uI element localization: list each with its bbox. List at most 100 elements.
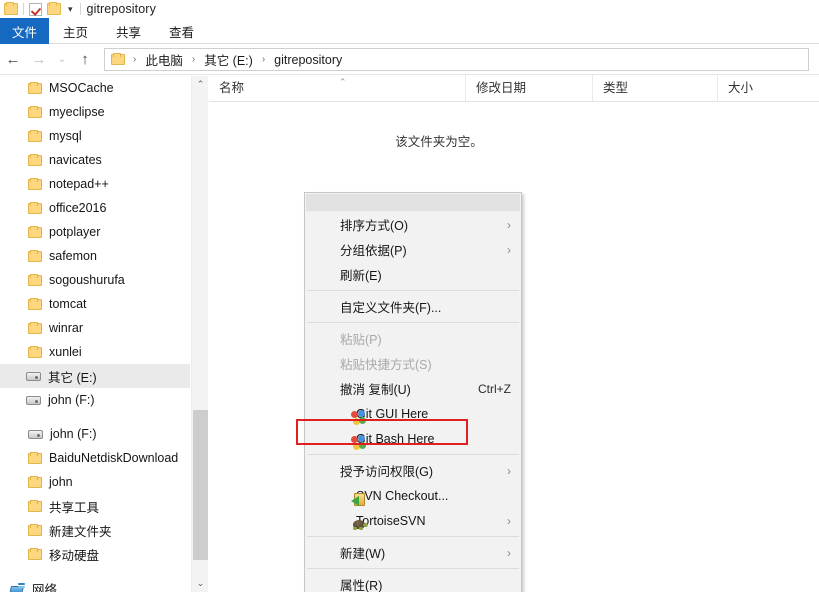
sidebar-item-navicates[interactable]: navicates bbox=[0, 148, 190, 172]
breadcrumb-item-gitrepository[interactable]: gitrepository bbox=[273, 53, 343, 67]
menu-item-git-bash-here[interactable]: Git Bash Here bbox=[305, 426, 521, 451]
breadcrumb-item-this-pc[interactable]: 此电脑 bbox=[144, 50, 184, 69]
menu-item-tortoisesvn[interactable]: TortoiseSVN › bbox=[305, 508, 521, 533]
column-header-type[interactable]: 类型 bbox=[592, 75, 717, 101]
sidebar-item-[interactable]: 网络 bbox=[0, 576, 190, 592]
drive-icon bbox=[26, 395, 41, 405]
folder-icon bbox=[28, 499, 42, 512]
sidebar-item-msocache[interactable]: MSOCache bbox=[0, 76, 190, 100]
sidebar-item-[interactable]: 新建文件夹 bbox=[0, 518, 190, 542]
folder-icon[interactable] bbox=[4, 2, 18, 15]
sidebar-item-[interactable]: 共享工具 bbox=[0, 494, 190, 518]
folder-icon bbox=[28, 201, 42, 214]
tab-share[interactable]: 共享 bbox=[102, 18, 155, 44]
sidebar-item-john-f[interactable]: john (F:) bbox=[0, 388, 190, 412]
navigation-pane: MSOCache myeclipse mysql navicates notepad++… bbox=[0, 76, 190, 592]
tab-home[interactable]: 主页 bbox=[49, 18, 102, 44]
menu-item-p: 粘贴(P) bbox=[305, 326, 521, 351]
menu-item-svn-checkout[interactable]: SVN Checkout... bbox=[305, 483, 521, 508]
chevron-right-icon: › bbox=[507, 545, 511, 560]
chevron-down-icon[interactable]: ▾ bbox=[66, 4, 75, 14]
context-menu[interactable]: 排序方式(O) › 分组依据(P) › 刷新(E) 自定义文件夹(F)... 粘贴(P) 粘贴… bbox=[304, 192, 522, 592]
sidebar-item-label: 新建文件夹 bbox=[49, 524, 112, 539]
folder-icon bbox=[111, 53, 125, 65]
sidebar-item-[interactable]: 移动硬盘 bbox=[0, 542, 190, 566]
sidebar-item-myeclipse[interactable]: myeclipse bbox=[0, 100, 190, 124]
folder-icon bbox=[28, 273, 42, 286]
sort-ascending-caret-icon: ⌃ bbox=[339, 77, 347, 87]
sidebar-item-john-f[interactable]: john (F:) bbox=[0, 422, 190, 446]
sidebar-item-e[interactable]: 其它 (E:) bbox=[0, 364, 190, 388]
sidebar-item-label: 网络 bbox=[32, 582, 58, 592]
checkbox-checked-icon[interactable] bbox=[29, 2, 42, 16]
menu-item-label: Git Bash Here bbox=[356, 431, 435, 446]
up-arrow-icon[interactable]: ↑ bbox=[72, 47, 98, 73]
sidebar-item-label: john (F:) bbox=[50, 427, 97, 441]
folder-icon bbox=[28, 451, 42, 464]
menu-item-r[interactable]: 属性(R) bbox=[305, 572, 521, 592]
sidebar-item-safemon[interactable]: safemon bbox=[0, 244, 190, 268]
tab-view[interactable]: 查看 bbox=[155, 18, 208, 44]
chevron-up-icon[interactable]: ⌃ bbox=[192, 76, 209, 93]
folder-icon[interactable] bbox=[47, 2, 61, 15]
address-bar-row: ← → ⌄ ↑ › 此电脑 › 其它 (E:) › gitrepository bbox=[0, 45, 819, 75]
sidebar-item-label: john (F:) bbox=[48, 393, 95, 407]
sidebar-item-xunlei[interactable]: xunlei bbox=[0, 340, 190, 364]
menu-item-label: 授予访问权限(G) bbox=[340, 465, 434, 479]
tab-file[interactable]: 文件 bbox=[0, 18, 50, 44]
menu-item-f[interactable]: 自定义文件夹(F)... bbox=[305, 294, 521, 319]
sidebar-item-mysql[interactable]: mysql bbox=[0, 124, 190, 148]
menu-item-label: 自定义文件夹(F)... bbox=[340, 301, 442, 315]
sidebar-item-label: navicates bbox=[49, 153, 102, 167]
drive-icon bbox=[28, 429, 43, 439]
menu-item-s: 粘贴快捷方式(S) bbox=[305, 351, 521, 376]
chevron-right-icon: › bbox=[507, 242, 511, 257]
menu-item-label: 粘贴快捷方式(S) bbox=[340, 358, 432, 372]
tortoise-svn-icon bbox=[351, 517, 368, 533]
empty-folder-message: 该文件夹为空。 bbox=[395, 135, 483, 149]
menu-separator bbox=[307, 536, 519, 537]
menu-item-label: 分组依据(P) bbox=[340, 244, 407, 258]
navigation-pane-scrollbar[interactable]: ⌃ ⌄ bbox=[191, 76, 208, 592]
breadcrumb-item-drive-e[interactable]: 其它 (E:) bbox=[203, 50, 254, 69]
column-header-size[interactable]: 大小 bbox=[717, 75, 805, 101]
sidebar-item-john[interactable]: john bbox=[0, 470, 190, 494]
forward-arrow-icon[interactable]: → bbox=[26, 47, 52, 73]
menu-item-label: 撤消 复制(U) bbox=[340, 383, 411, 397]
sidebar-item-tomcat[interactable]: tomcat bbox=[0, 292, 190, 316]
menu-item-o[interactable]: 排序方式(O) › bbox=[305, 212, 521, 237]
breadcrumb-separator: › bbox=[261, 54, 266, 65]
column-header-date-modified[interactable]: 修改日期 bbox=[465, 75, 592, 101]
sidebar-item-label: notepad++ bbox=[49, 177, 109, 191]
menu-item-e[interactable]: 刷新(E) bbox=[305, 262, 521, 287]
sidebar-item-sogoushurufa[interactable]: sogoushurufa bbox=[0, 268, 190, 292]
sidebar-item-label: xunlei bbox=[49, 345, 82, 359]
sidebar-item-notepad[interactable]: notepad++ bbox=[0, 172, 190, 196]
sidebar-item-label: sogoushurufa bbox=[49, 273, 125, 287]
folder-icon bbox=[28, 105, 42, 118]
sidebar-item-label: 共享工具 bbox=[49, 500, 100, 515]
chevron-down-icon[interactable]: ⌄ bbox=[52, 47, 72, 73]
git-icon bbox=[351, 410, 367, 426]
sidebar-item-label: BaiduNetdiskDownload bbox=[49, 451, 179, 465]
address-bar[interactable]: › 此电脑 › 其它 (E:) › gitrepository bbox=[104, 48, 809, 71]
menu-item-git-gui-here[interactable]: Git GUI Here bbox=[305, 401, 521, 426]
scrollbar-thumb[interactable] bbox=[193, 410, 208, 560]
folder-icon bbox=[28, 225, 42, 238]
sidebar-item-baidunetdiskdownload[interactable]: BaiduNetdiskDownload bbox=[0, 446, 190, 470]
sidebar-item-label: 移动硬盘 bbox=[49, 548, 100, 563]
menu-item-p[interactable]: 分组依据(P) › bbox=[305, 237, 521, 262]
menu-item-u[interactable]: 撤消 复制(U) Ctrl+Z bbox=[305, 376, 521, 401]
back-arrow-icon[interactable]: ← bbox=[0, 47, 26, 73]
sidebar-item-office2016[interactable]: office2016 bbox=[0, 196, 190, 220]
chevron-down-icon[interactable]: ⌄ bbox=[192, 575, 209, 592]
column-header-name[interactable]: 名称 ⌃ bbox=[209, 75, 465, 101]
menu-item-label: 粘贴(P) bbox=[340, 333, 382, 347]
sidebar-item-winrar[interactable]: winrar bbox=[0, 316, 190, 340]
divider bbox=[23, 3, 24, 15]
menu-item-g[interactable]: 授予访问权限(G) › bbox=[305, 458, 521, 483]
ribbon-tabs: 文件 主页 共享 查看 bbox=[0, 18, 819, 44]
sidebar-item-potplayer[interactable]: potplayer bbox=[0, 220, 190, 244]
menu-item-w[interactable]: 新建(W) › bbox=[305, 540, 521, 565]
